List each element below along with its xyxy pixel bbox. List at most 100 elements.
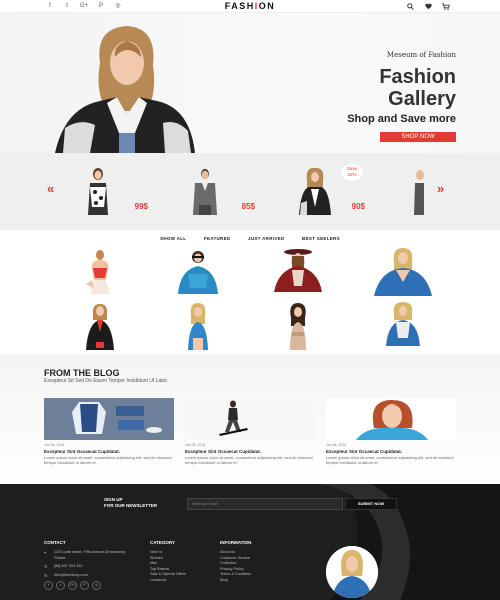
carousel-item-price: 90$	[351, 202, 365, 211]
footer-information-column: INFORMATION About us Customer Service Co…	[220, 540, 251, 583]
map-pin-icon: ⌖	[44, 550, 47, 555]
product-image	[386, 302, 420, 346]
product-image	[188, 303, 208, 350]
twitter-icon[interactable]: t	[56, 581, 65, 590]
header-tools	[406, 2, 450, 10]
product-tile[interactable]	[258, 302, 338, 352]
newsletter-email-input[interactable]: Enter your email	[187, 498, 343, 510]
product-tile[interactable]	[158, 248, 238, 298]
footer-category-heading: CATEGORY	[150, 540, 176, 545]
carousel-item[interactable]: 85$	[185, 167, 255, 215]
product-image	[274, 249, 322, 292]
google-plus-icon[interactable]: G+	[68, 581, 77, 590]
blog-post-excerpt: Lorem ipsum dolor sit amet, consectetur …	[326, 455, 454, 465]
carousel-product-image	[193, 169, 217, 215]
save-badge: Save 22%	[341, 164, 363, 181]
product-image	[86, 250, 110, 294]
blog-post-image	[185, 398, 315, 440]
save-badge-value: 22%	[347, 172, 357, 177]
tab-best-sellers[interactable]: BEST SEELERS	[302, 236, 340, 241]
footer-link[interactable]: Blog	[220, 578, 251, 584]
product-tile[interactable]	[358, 302, 438, 352]
hero-text-block: Meseum of Fashion Fashion Gallery Shop a…	[256, 51, 456, 143]
carousel-item-price: 85$	[241, 202, 255, 211]
blog-post-excerpt: Lorem ipsum dolor sit amet, consectetur …	[185, 455, 313, 465]
product-tile[interactable]	[358, 248, 438, 298]
search-icon[interactable]	[406, 2, 414, 10]
blog-subheading: Excepteur Sit Sed Do Eiusm Tempor Incidi…	[44, 378, 169, 384]
newsletter-label: SIGN UP FOR OUR NEWSLETTER	[104, 497, 157, 509]
newsletter-submit-button[interactable]: SUBMIT NOW	[345, 498, 397, 510]
tab-featured[interactable]: FEATURED	[204, 236, 231, 241]
carousel-next-arrow[interactable]: »	[437, 181, 444, 196]
brand-text-left: FASH	[224, 1, 255, 11]
product-tile[interactable]	[60, 248, 140, 298]
product-filter-tabs: SHOW ALL FEATURED JUST ARRIVED BEST SEEL…	[0, 236, 500, 241]
mail-icon: ✉	[44, 572, 48, 578]
blog-post-title[interactable]: Excepteur Sint Occaecat Cupidatat.	[326, 449, 456, 454]
pinterest-icon[interactable]: P	[80, 581, 89, 590]
contact-email-text[interactable]: Info@fashshop.com	[54, 573, 88, 579]
carousel-item[interactable]: 99$	[78, 167, 148, 215]
blog-post-excerpt: Lorem ipsum dolor sit amet, consectetur …	[44, 455, 172, 465]
product-tile[interactable]	[258, 248, 338, 298]
top-bar: f t G+ P ◎ FASHION	[0, 0, 500, 13]
footer-social-links: f t G+ P ◎	[44, 581, 134, 590]
blog-heading: FROM THE BLOG	[44, 368, 120, 378]
product-carousel: « 99$ 85$ Save 22% 90$ »	[0, 153, 500, 230]
footer: SIGN UP FOR OUR NEWSLETTER Enter your em…	[0, 484, 500, 600]
footer-link[interactable]: Terms & Condition	[220, 572, 251, 578]
product-image	[86, 304, 114, 350]
blog-post-date: Jan 08, 2016	[326, 443, 347, 447]
tab-just-arrived[interactable]: JUST ARRIVED	[248, 236, 284, 241]
footer-link[interactable]: Lookbook	[150, 578, 186, 584]
shop-now-button[interactable]: SHOP NOW	[380, 132, 456, 142]
footer-category-column: CATEGORY New In Women Man Top Brands Sal…	[150, 540, 186, 583]
product-image	[290, 303, 306, 350]
footer-contact-column: CONTACT ⌖ 1201 park street, Fifth Avenue…	[44, 540, 134, 590]
blog-post-image	[326, 398, 456, 440]
hero-subtitle: Meseum of Fashion	[386, 51, 456, 59]
heart-icon[interactable]	[424, 2, 432, 10]
tab-show-all[interactable]: SHOW ALL	[160, 236, 186, 241]
product-image	[374, 248, 432, 296]
contact-phone-text: [88] 657 524 332	[54, 564, 83, 568]
contact-address: ⌖ 1201 park street, Fifth Avenue,Dharman…	[44, 550, 134, 561]
product-tile[interactable]	[60, 302, 140, 352]
hero-model-image	[45, 23, 205, 153]
cart-icon[interactable]	[442, 2, 450, 10]
dribbble-icon[interactable]: ◎	[92, 581, 101, 590]
blog-post-date: Jan 08, 2016	[185, 443, 206, 447]
carousel-item-partial[interactable]	[410, 167, 424, 215]
blog-post[interactable]: Jan 08, 2016 Excepteur Sint Occaecat Cup…	[44, 398, 174, 465]
footer-information-heading: INFORMATION	[220, 540, 252, 545]
phone-icon: ✆	[44, 564, 48, 569]
product-tile[interactable]	[158, 302, 238, 352]
footer-contact-heading: CONTACT	[44, 540, 66, 545]
product-image	[178, 251, 218, 294]
contact-phone: ✆ [88] 657 524 332	[44, 564, 134, 570]
contact-email: ✉ Info@fashshop.com	[44, 573, 134, 579]
contact-address-text: 1201 park street, Fifth Avenue,Dharmandy…	[54, 550, 127, 560]
blog-post-image	[44, 398, 174, 440]
blog-post[interactable]: Jan 08, 2016 Excepteur Sint Occaecat Cup…	[185, 398, 315, 465]
blog-post-title[interactable]: Excepteur Sint Occaecat Cupidatat.	[185, 449, 315, 454]
carousel-item-price: 99$	[134, 202, 148, 211]
footer-featured-image	[326, 546, 378, 598]
product-grid	[40, 246, 460, 354]
blog-post[interactable]: Jan 08, 2016 Excepteur Sint Occaecat Cup…	[326, 398, 456, 465]
blog-post-title[interactable]: Excepteur Sint Occaecat Cupidatat.	[44, 449, 174, 454]
hero-banner: Meseum of Fashion Fashion Gallery Shop a…	[0, 13, 500, 153]
carousel-product-image	[88, 168, 108, 215]
facebook-icon[interactable]: f	[44, 581, 53, 590]
carousel-product-image	[414, 170, 424, 215]
footer-link[interactable]: Sale & Special Offers	[150, 572, 186, 578]
hero-title-line1: Fashion	[379, 66, 456, 88]
carousel-prev-arrow[interactable]: «	[47, 181, 54, 196]
hero-title-line2: Gallery	[388, 88, 456, 110]
newsletter-label-line2: FOR OUR NEWSLETTER	[104, 503, 157, 508]
carousel-product-image	[299, 167, 331, 215]
carousel-item[interactable]: Save 22% 90$	[295, 164, 365, 215]
hero-tagline: Shop and Save more	[347, 113, 456, 125]
blog-section: FROM THE BLOG Excepteur Sit Sed Do Eiusm…	[0, 354, 500, 484]
